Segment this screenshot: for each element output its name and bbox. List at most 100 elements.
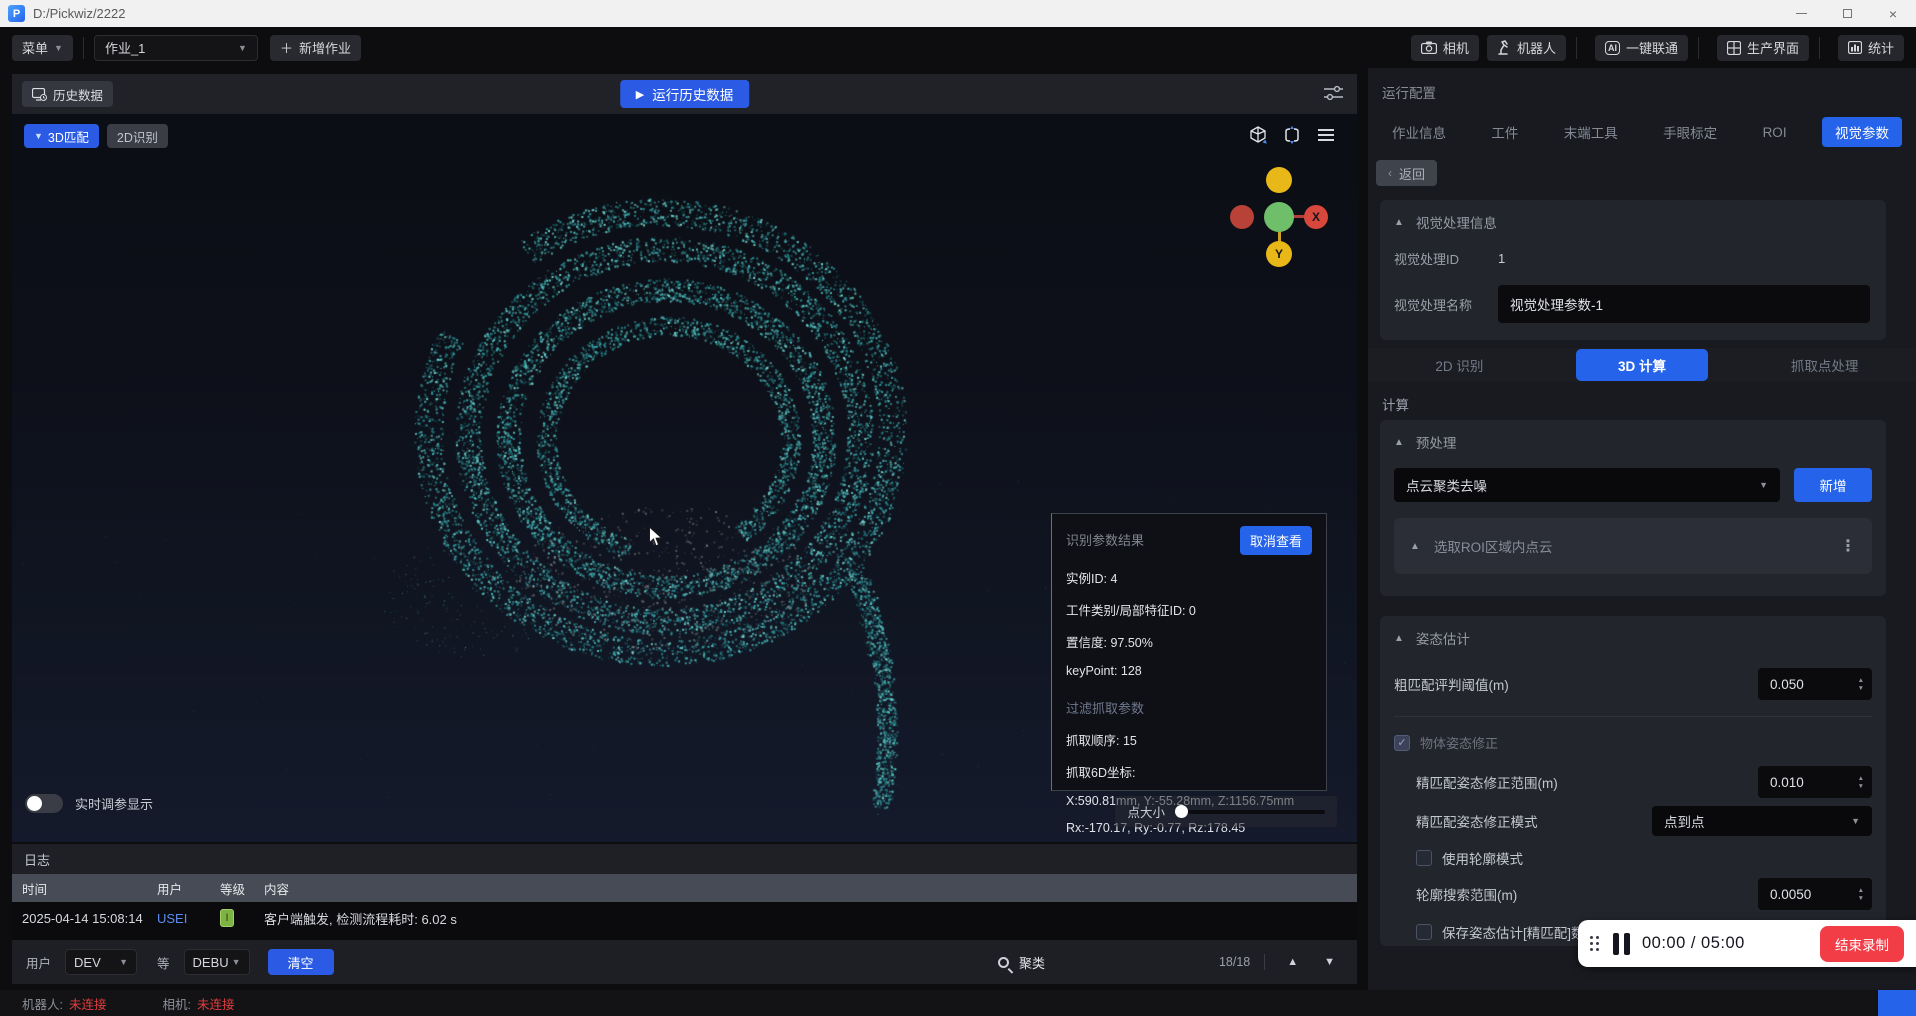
- coarse-threshold-input[interactable]: 0.050 ▲▼: [1758, 668, 1872, 700]
- add-job-button[interactable]: ＋新增作业: [270, 35, 361, 61]
- mouse-cursor: [648, 526, 664, 551]
- level-filter-label: 等: [157, 953, 170, 972]
- axis-ball-x[interactable]: X: [1304, 205, 1328, 229]
- spinner-arrows-icon[interactable]: ▲▼: [1858, 887, 1872, 902]
- config-tabs: 作业信息 工件 末端工具 手眼标定 ROI 视觉参数: [1368, 114, 1916, 150]
- tab-end-tool[interactable]: 末端工具: [1554, 117, 1628, 147]
- pointcloud-viewport[interactable]: ▼ 3D匹配 2D识别 X Y: [12, 114, 1357, 842]
- tab-3d-match[interactable]: ▼ 3D匹配: [24, 124, 99, 148]
- user-filter-select[interactable]: DEV▼: [65, 949, 137, 975]
- collapse-icon[interactable]: ▲: [1394, 437, 1404, 448]
- axis-ball-top[interactable]: [1266, 167, 1292, 193]
- close-button[interactable]: ×: [1870, 0, 1916, 27]
- search-next-button[interactable]: ▼: [1316, 956, 1343, 968]
- object-correct-checkbox[interactable]: ✓: [1394, 735, 1410, 751]
- tab-2d-recog-stage[interactable]: 2D 识别: [1368, 348, 1551, 382]
- stats-button[interactable]: 统计: [1838, 35, 1904, 61]
- axis-ball-y[interactable]: Y: [1266, 241, 1292, 267]
- axis-ball-left[interactable]: [1230, 205, 1254, 229]
- contour-mode-checkbox[interactable]: [1416, 850, 1432, 866]
- log-search-input[interactable]: [1019, 955, 1209, 970]
- back-button[interactable]: ‹ 返回: [1376, 160, 1437, 186]
- stop-recording-button[interactable]: 结束录制: [1820, 926, 1904, 962]
- user-filter-label: 用户: [26, 953, 51, 972]
- menu-button[interactable]: 菜单▼: [12, 35, 73, 61]
- fine-range-input[interactable]: 0.010 ▲▼: [1758, 766, 1872, 798]
- tab-workpiece[interactable]: 工件: [1481, 117, 1528, 147]
- log-col-time: 时间: [12, 879, 157, 898]
- ai-connect-button[interactable]: AI 一键联通: [1595, 35, 1688, 61]
- result-panel-title: 识别参数结果: [1066, 526, 1144, 549]
- camera-status-value: 未连接: [197, 994, 235, 1013]
- spinner-arrows-icon[interactable]: ▲▼: [1858, 677, 1872, 692]
- job-select[interactable]: 作业_1▼: [94, 35, 258, 61]
- vision-name-label: 视觉处理名称: [1394, 295, 1498, 314]
- cube-icon: [1248, 125, 1268, 145]
- realtime-toggle-label: 实时调参显示: [75, 794, 153, 813]
- preprocess-select[interactable]: 点云聚类去噪▼: [1394, 468, 1780, 502]
- chevron-down-icon: ▼: [232, 957, 241, 967]
- roi-pointcloud-item[interactable]: ▲ 选取ROI区域内点云 ⋮: [1394, 518, 1872, 574]
- tab-job-info[interactable]: 作业信息: [1382, 117, 1456, 147]
- chevron-down-icon: ▼: [1759, 480, 1768, 490]
- chevron-down-icon: ▼: [119, 957, 128, 967]
- vision-id-value: 1: [1498, 251, 1505, 266]
- separator: [83, 37, 84, 59]
- viewer-header: 历史数据 ▶ 运行历史数据: [12, 74, 1357, 114]
- production-button[interactable]: 生产界面: [1717, 35, 1809, 61]
- realtime-toggle[interactable]: [25, 794, 63, 813]
- fine-mode-select[interactable]: 点到点▼: [1652, 806, 1872, 836]
- clear-log-button[interactable]: 清空: [268, 949, 334, 975]
- save-pose-checkbox[interactable]: [1416, 924, 1432, 940]
- layers-menu-button[interactable]: [1313, 122, 1339, 148]
- tab-hand-eye[interactable]: 手眼标定: [1653, 117, 1727, 147]
- view-settings-button[interactable]: [1324, 85, 1343, 101]
- history-data-button[interactable]: 历史数据: [22, 81, 113, 107]
- restore-button[interactable]: [1824, 0, 1870, 27]
- contour-range-input[interactable]: 0.0050 ▲▼: [1758, 878, 1872, 910]
- divider: [1394, 716, 1872, 717]
- log-cell-user[interactable]: USEI: [157, 911, 220, 926]
- split-view-button[interactable]: [1279, 122, 1305, 148]
- axis-ball-center[interactable]: [1264, 202, 1294, 232]
- ai-icon: AI: [1605, 41, 1620, 55]
- axis-gizmo[interactable]: X Y: [1228, 165, 1332, 269]
- separator: [1819, 37, 1820, 59]
- separator: [1576, 37, 1577, 59]
- calc-section-label: 计算: [1382, 394, 1409, 414]
- tab-2d-recognition[interactable]: 2D识别: [107, 124, 168, 148]
- hamburger-icon: [1318, 129, 1334, 141]
- tab-vision-params[interactable]: 视觉参数: [1822, 117, 1902, 147]
- collapse-icon[interactable]: ▲: [1394, 217, 1404, 228]
- window-title: D:/Pickwiz/2222: [33, 6, 125, 21]
- collapse-icon[interactable]: ▲: [1410, 541, 1420, 552]
- minimize-button[interactable]: [1778, 0, 1824, 27]
- point-size-slider[interactable]: [1177, 810, 1325, 814]
- level-filter-select[interactable]: DEBU▼: [184, 949, 250, 975]
- kebab-menu-icon[interactable]: ⋮: [1840, 536, 1856, 556]
- main-toolbar: 菜单▼ 作业_1▼ ＋新增作业 相机 机器人 AI 一键联通 生产界面 统计: [0, 27, 1916, 68]
- contour-range-label: 轮廓搜索范围(m): [1416, 884, 1517, 904]
- grasp-order: 抓取顺序: 15: [1066, 730, 1312, 749]
- tune-icon: [1324, 85, 1343, 101]
- robot-button[interactable]: 机器人: [1487, 35, 1566, 61]
- log-row[interactable]: 2025-04-14 15:08:14 USEI I 客户端触发, 检测流程耗时…: [12, 902, 1357, 934]
- robot-status-label: 机器人:: [22, 994, 63, 1013]
- collapse-icon[interactable]: ▲: [1394, 633, 1404, 644]
- tab-grasp-stage[interactable]: 抓取点处理: [1733, 348, 1916, 382]
- tab-roi[interactable]: ROI: [1753, 120, 1797, 145]
- search-prev-button[interactable]: ▲: [1279, 956, 1306, 968]
- run-history-button[interactable]: ▶ 运行历史数据: [620, 80, 749, 108]
- add-preprocess-button[interactable]: 新增: [1794, 468, 1872, 502]
- chevron-down-icon: ▼: [238, 43, 247, 53]
- slider-knob[interactable]: [1175, 805, 1188, 818]
- camera-button[interactable]: 相机: [1411, 35, 1479, 61]
- view-3d-button[interactable]: [1245, 122, 1271, 148]
- pause-button[interactable]: [1613, 933, 1630, 955]
- drag-handle-icon[interactable]: [1590, 936, 1599, 951]
- cancel-view-button[interactable]: 取消查看: [1240, 526, 1312, 555]
- spinner-arrows-icon[interactable]: ▲▼: [1858, 775, 1872, 790]
- vision-name-input[interactable]: [1498, 285, 1870, 323]
- vision-info-title: 视觉处理信息: [1416, 212, 1497, 232]
- tab-3d-calc-stage[interactable]: 3D 计算: [1576, 349, 1708, 381]
